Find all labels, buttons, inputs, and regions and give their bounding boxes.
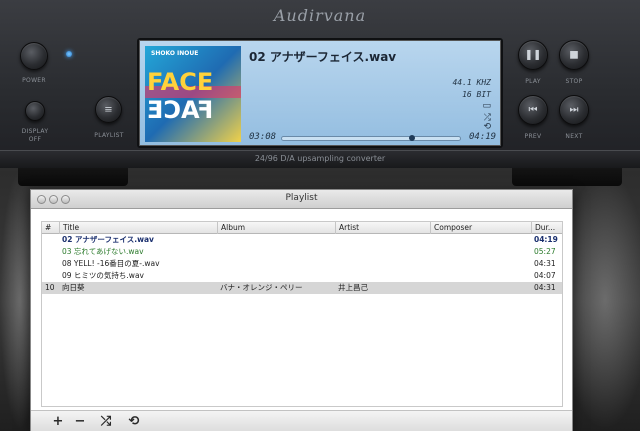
add-track-button[interactable]: + [49,413,67,431]
cell-number [42,234,59,246]
previous-icon: ⏮ [528,104,538,116]
cell-duration: 05:27 [534,247,556,256]
player-foot-right [512,168,622,186]
display-off-label-line1: DISPLAY [21,128,49,135]
cell-artist [335,270,430,282]
bit-depth: 16 BIT [462,90,491,99]
cell-number [42,246,59,258]
elapsed-time: 03:08 [249,132,277,142]
list-icon: ≡ [104,104,113,115]
cell-title: 08 YELL! -16番目の夏-.wav [62,259,160,268]
window-titlebar[interactable]: Playlist [31,190,572,209]
album-art-title-top: FACE [147,68,214,96]
cell-duration: 04:31 [534,259,556,268]
seek-handle[interactable] [408,135,415,141]
column-header-composer[interactable]: Composer [430,222,531,234]
table-row[interactable]: 08 YELL! -16番目の夏-.wav 04:31 [42,258,562,270]
playlist-button[interactable]: ≡ [95,96,122,123]
cell-composer [430,246,531,258]
next-button[interactable]: ⏭ [559,95,589,125]
sample-rate: 44.1 KHZ [452,78,491,87]
stop-icon: ■ [569,49,579,61]
album-art-title-bottom: FACE [147,96,214,124]
table-row[interactable]: 10 向日葵 バナ・オレンジ・ペリー 井上昌己 04:31 [42,282,562,294]
lcd-display: SHOKO INOUE FACE FACE 02 アナザーフェイス.wav 44… [137,38,503,148]
album-art-artist: SHOKO INOUE [151,50,199,57]
playlist-window: Playlist # Title Album Artist Composer D… [30,189,573,431]
brand-logo: Audirvana [273,6,367,25]
previous-button[interactable]: ⏮ [518,95,548,125]
column-header-title[interactable]: Title [59,222,217,234]
cell-artist: 井上昌己 [338,283,368,292]
table-body: 02 アナザーフェイス.wav 04:19 03 忘れてあげない.wav 05:27 0… [42,234,562,294]
column-header-artist[interactable]: Artist [335,222,430,234]
cell-album [217,246,335,258]
cell-number [42,258,59,270]
column-header-duration[interactable]: Dur... [531,222,562,234]
cell-number: 10 [45,283,55,292]
cell-album: バナ・オレンジ・ペリー [220,283,303,292]
play-label: PLAY [525,78,541,85]
cell-title: 向日葵 [62,283,85,292]
table-row[interactable]: 09 ヒミツの気持ち.wav 04:07 [42,270,562,282]
table-row[interactable]: 02 アナザーフェイス.wav 04:19 [42,234,562,246]
display-off-button[interactable] [25,101,45,121]
next-label: NEXT [565,133,583,140]
playlist-toolbar: + − ⤮ ⟲ [31,410,572,431]
cell-title: 09 ヒミツの気持ち.wav [62,271,144,280]
power-led [66,51,72,57]
power-label: POWER [22,77,46,84]
cell-composer [430,258,531,270]
total-duration: 04:19 [469,132,497,142]
playlist-label: PLAYLIST [94,132,124,139]
stop-button[interactable]: ■ [559,40,589,70]
pause-icon: ❚❚ [524,49,542,61]
cell-album [217,270,335,282]
cell-duration: 04:19 [534,235,558,244]
cell-number [42,270,59,282]
display-mode-icon: ▭ [482,101,491,111]
table-header: # Title Album Artist Composer Dur... [42,222,562,234]
power-button[interactable] [20,42,48,70]
cell-artist [335,258,430,270]
player-chassis: Audirvana POWER DISPLAY OFF ≡ PLAYLIST S… [0,0,640,168]
cell-composer [430,282,531,294]
cell-album [217,258,335,270]
remove-track-button[interactable]: − [71,413,89,431]
cell-composer [430,270,531,282]
window-title: Playlist [285,193,318,203]
cell-composer [430,234,531,246]
cell-duration: 04:07 [534,271,556,280]
cell-album [217,234,335,246]
cell-artist [335,234,430,246]
cell-artist [335,246,430,258]
prev-label: PREV [524,133,542,140]
cell-title: 02 アナザーフェイス.wav [62,235,154,244]
display-off-label-line2: OFF [28,136,42,143]
table-row[interactable]: 03 忘れてあげない.wav 05:27 [42,246,562,258]
column-header-album[interactable]: Album [217,222,335,234]
play-pause-button[interactable]: ❚❚ [518,40,548,70]
stop-label: STOP [565,78,583,85]
player-caption: 24/96 D/A upsampling converter [254,154,386,163]
shuffle-button[interactable]: ⤮ [97,413,115,431]
cell-duration: 04:31 [534,283,556,292]
column-header-number[interactable]: # [42,222,59,234]
repeat-button[interactable]: ⟲ [125,413,143,431]
repeat-indicator-icon: ⟲ [483,122,491,132]
playlist-table: # Title Album Artist Composer Dur... 02 … [41,221,563,407]
album-art: SHOKO INOUE FACE FACE [145,46,241,142]
cell-title: 03 忘れてあげない.wav [62,247,144,256]
seek-bar[interactable] [281,135,461,141]
player-foot-left [18,168,128,186]
now-playing-title: 02 アナザーフェイス.wav [249,50,397,64]
next-icon: ⏭ [569,104,579,116]
display-off-label: DISPLAY OFF [14,128,56,144]
